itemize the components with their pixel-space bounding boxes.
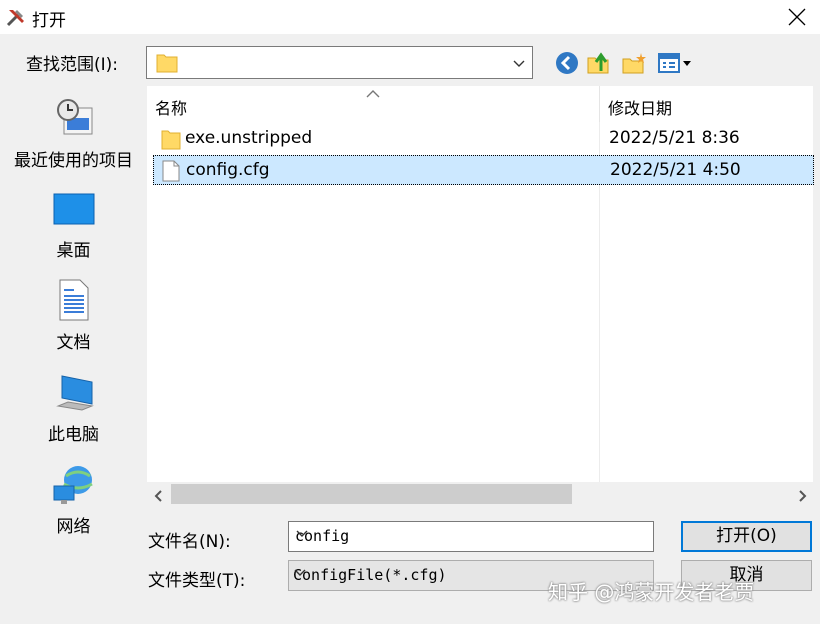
new-folder-button[interactable]: [622, 51, 648, 77]
place-label: 文档: [56, 333, 91, 353]
place-network[interactable]: 网络: [8, 456, 139, 538]
lookin-combo[interactable]: [146, 46, 533, 79]
place-desktop[interactable]: 桌面: [8, 180, 139, 262]
up-folder-button[interactable]: [587, 51, 613, 77]
chevron-down-icon: [512, 56, 526, 75]
close-icon: [788, 8, 806, 26]
places-bar: 最近使用的项目 桌面 文档 此电脑 网络: [8, 86, 139, 596]
recent-items-icon: [52, 96, 96, 140]
title-bar: 打开: [0, 0, 820, 34]
folder-icon: [161, 128, 181, 154]
place-label: 桌面: [56, 241, 91, 261]
file-icon: [162, 160, 180, 186]
chevron-left-icon: [154, 490, 162, 502]
file-name: config.cfg: [186, 160, 270, 180]
view-menu-icon: [658, 53, 691, 73]
list-item-folder[interactable]: exe.unstripped 2022/5/21 8:36: [153, 124, 814, 154]
filename-input[interactable]: config: [288, 521, 654, 552]
chevron-down-icon[interactable]: [295, 527, 647, 545]
view-menu-button[interactable]: [657, 51, 697, 77]
tools-icon: [5, 6, 27, 28]
scrollbar-thumb[interactable]: [171, 484, 572, 504]
column-header-date[interactable]: 修改日期: [599, 86, 814, 122]
lookin-label: 查找范围(I):: [26, 55, 119, 75]
documents-icon: [52, 278, 96, 322]
scroll-left-button[interactable]: [147, 482, 171, 510]
place-documents[interactable]: 文档: [8, 272, 139, 354]
place-recent-items[interactable]: 最近使用的项目: [8, 90, 139, 172]
place-label: 此电脑: [48, 425, 99, 445]
network-icon: [52, 462, 96, 506]
open-button[interactable]: 打开(O): [681, 521, 812, 552]
sort-ascending-icon: [366, 90, 380, 98]
back-button[interactable]: [555, 51, 581, 77]
horizontal-scrollbar[interactable]: [147, 482, 814, 510]
filename-label: 文件名(N):: [148, 532, 231, 552]
place-this-pc[interactable]: 此电脑: [8, 364, 139, 446]
this-pc-icon: [52, 370, 96, 414]
file-list[interactable]: 名称 修改日期 exe.unstripped 2022/5/21 8:36 co…: [146, 86, 814, 510]
list-item-file-selected[interactable]: config.cfg 2022/5/21 4:50: [153, 155, 814, 185]
folder-icon: [156, 52, 178, 78]
file-name: exe.unstripped: [185, 128, 313, 148]
up-folder-icon: [587, 52, 609, 74]
chevron-right-icon: [799, 490, 807, 502]
window-title: 打开: [32, 11, 66, 31]
desktop-icon: [52, 186, 96, 230]
place-label: 最近使用的项目: [14, 151, 133, 171]
new-folder-icon: [622, 53, 646, 74]
watermark: 知乎 @鸿蒙开发者老贾: [548, 580, 755, 604]
file-date: 2022/5/21 8:36: [609, 128, 740, 148]
close-button[interactable]: [774, 0, 820, 34]
filetype-label: 文件类型(T):: [148, 571, 246, 591]
back-arrow-icon: [556, 52, 578, 74]
file-date: 2022/5/21 4:50: [610, 160, 741, 180]
column-header-name[interactable]: 名称: [147, 86, 599, 122]
scroll-right-button[interactable]: [790, 482, 814, 510]
place-label: 网络: [56, 517, 91, 537]
